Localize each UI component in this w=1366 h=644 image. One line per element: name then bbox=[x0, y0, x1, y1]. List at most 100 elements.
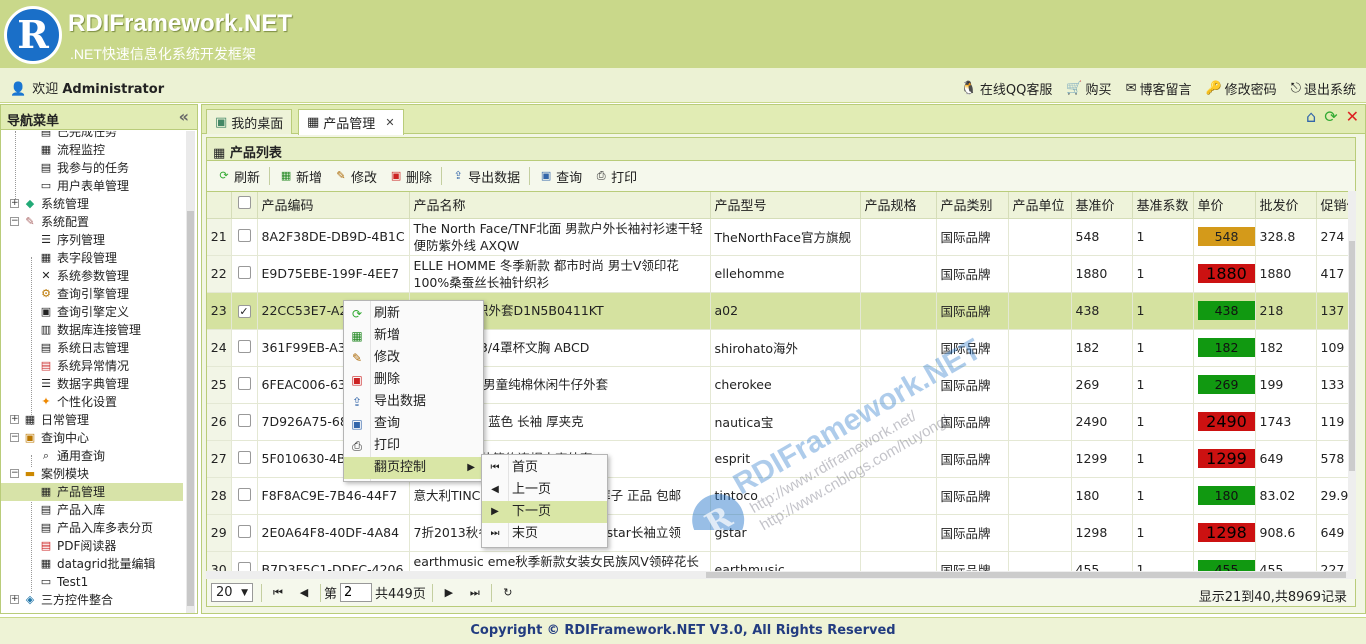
col-header[interactable]: 基准系数 bbox=[1132, 192, 1194, 219]
menu-item-paging[interactable]: 翻页控制 ▶ bbox=[344, 457, 483, 479]
sidebar-item-query-center[interactable]: − ▣ 查询中心 bbox=[1, 429, 187, 447]
home-icon[interactable]: ⌂ bbox=[1306, 107, 1316, 126]
sidebar-item-pdf-reader[interactable]: ▤ PDF阅读器 bbox=[1, 537, 187, 555]
row-select[interactable] bbox=[231, 329, 258, 367]
checkbox[interactable] bbox=[237, 196, 251, 210]
collapse-icon[interactable]: « bbox=[179, 107, 189, 126]
page-size-select[interactable]: 20 ▼ bbox=[211, 583, 253, 602]
table-row[interactable]: 292E0A64F8-40DF-4A847折2013秋冬 男装秋冬休闲时尚 gs… bbox=[207, 514, 1355, 552]
sidebar-item-system-params[interactable]: ✕ 系统参数管理 bbox=[1, 267, 187, 285]
close-all-icon[interactable]: ✕ bbox=[1346, 107, 1359, 126]
col-header[interactable]: 产品规格 bbox=[860, 192, 937, 219]
col-header[interactable]: 产品编码 bbox=[257, 192, 410, 219]
scroll-thumb[interactable] bbox=[706, 572, 1346, 578]
sidebar-item-completed-tasks[interactable]: ▤ 已完成任务 bbox=[1, 131, 187, 141]
col-header[interactable]: 产品型号 bbox=[710, 192, 861, 219]
col-header[interactable]: 基准价 bbox=[1071, 192, 1133, 219]
sidebar-item-user-forms[interactable]: ▭ 用户表单管理 bbox=[1, 177, 187, 195]
checkbox[interactable] bbox=[237, 228, 251, 242]
scroll-thumb[interactable] bbox=[187, 211, 194, 606]
table-row[interactable]: 21 8A2F38DE-DB9D-4B1C The North Face/TNF北面… bbox=[207, 218, 1355, 256]
tab-desktop[interactable]: ▣ 我的桌面 bbox=[206, 109, 293, 134]
menu-item-print[interactable]: ⎙ 打印 bbox=[344, 435, 483, 457]
sidebar-item-system-management[interactable]: + ◆ 系统管理 bbox=[1, 195, 187, 213]
prev-page-button[interactable]: ◀ bbox=[294, 583, 314, 603]
scroll-thumb[interactable] bbox=[1349, 241, 1355, 471]
sidebar-item-flow-monitor[interactable]: ▦ 流程监控 bbox=[1, 141, 187, 159]
menu-item-first-page[interactable]: ⏮ 首页 bbox=[482, 457, 607, 479]
refresh-button[interactable]: ⟳ 刷新 bbox=[211, 165, 266, 188]
row-select[interactable] bbox=[231, 477, 258, 515]
sidebar-item-test1[interactable]: ▭ Test1 bbox=[1, 573, 187, 591]
sidebar-item-system-log[interactable]: ▤ 系统日志管理 bbox=[1, 339, 187, 357]
checkbox[interactable] bbox=[237, 487, 251, 501]
expand-icon[interactable]: + bbox=[10, 415, 19, 424]
first-page-button[interactable]: ⏮ bbox=[268, 583, 288, 603]
checkbox[interactable] bbox=[237, 524, 251, 538]
close-tab-icon[interactable]: ✕ bbox=[385, 116, 394, 129]
menu-item-edit[interactable]: ✎ 修改 bbox=[344, 347, 483, 369]
sidebar-item-case-module[interactable]: − ▬ 案例模块 bbox=[1, 465, 187, 483]
sidebar-item-daily-management[interactable]: + ▦ 日常管理 bbox=[1, 411, 187, 429]
checkbox[interactable] bbox=[237, 450, 251, 464]
collapse-node-icon[interactable]: − bbox=[10, 217, 19, 226]
print-button[interactable]: ⎙ 打印 bbox=[588, 165, 643, 188]
sidebar-item-third-party[interactable]: + ◈ 三方控件整合 bbox=[1, 591, 187, 609]
sidebar-item-product-stock-in[interactable]: ▤ 产品入库 bbox=[1, 501, 187, 519]
row-select[interactable] bbox=[231, 551, 258, 572]
sidebar-item-data-dictionary[interactable]: ☰ 数据字典管理 bbox=[1, 375, 187, 393]
menu-item-export[interactable]: ⇪ 导出数据 bbox=[344, 391, 483, 413]
sidebar-item-my-tasks[interactable]: ▤ 我参与的任务 bbox=[1, 159, 187, 177]
sidebar-item-system-exceptions[interactable]: ▤ 系统异常情况 bbox=[1, 357, 187, 375]
header-select-all[interactable] bbox=[231, 192, 258, 219]
export-button[interactable]: ⇪ 导出数据 bbox=[445, 165, 526, 188]
buy-link[interactable]: 🛒 购买 bbox=[1066, 79, 1111, 98]
menu-item-last-page[interactable]: ⏭ 末页 bbox=[482, 523, 607, 545]
row-select[interactable]: ✓ bbox=[231, 292, 258, 330]
sidebar-item-query-engine[interactable]: ⚙ 查询引擎管理 bbox=[1, 285, 187, 303]
expand-icon[interactable]: + bbox=[10, 595, 19, 604]
table-row[interactable]: 30 B7D3F5C1-DDFC-4206 earthmusic eme秋季新款女装… bbox=[207, 551, 1355, 572]
collapse-node-icon[interactable]: − bbox=[10, 433, 19, 442]
row-select[interactable] bbox=[231, 403, 258, 441]
grid-vertical-scrollbar[interactable] bbox=[1348, 191, 1356, 571]
row-select[interactable] bbox=[231, 440, 258, 478]
menu-item-query[interactable]: ▣ 查询 bbox=[344, 413, 483, 435]
table-row[interactable]: 28F8F8AC9E-7B46-44F7意大利TINCO 冬季新款 夜间美腿裤子… bbox=[207, 477, 1355, 515]
col-header[interactable]: 批发价 bbox=[1255, 192, 1317, 219]
sidebar-item-product-management[interactable]: ▦ 产品管理 bbox=[1, 483, 183, 501]
last-page-button[interactable]: ⏭ bbox=[465, 583, 485, 603]
checkbox[interactable]: ✓ bbox=[237, 305, 251, 318]
col-header[interactable]: 单价 bbox=[1193, 192, 1256, 219]
row-select[interactable] bbox=[231, 218, 258, 256]
change-password-link[interactable]: 🔑 修改密码 bbox=[1205, 79, 1276, 98]
sidebar-item-personalization[interactable]: ✦ 个性化设置 bbox=[1, 393, 187, 411]
sidebar-item-datagrid-batch[interactable]: ▦ datagrid批量编辑 bbox=[1, 555, 187, 573]
delete-button[interactable]: ▣ 删除 bbox=[383, 165, 438, 188]
collapse-node-icon[interactable]: − bbox=[10, 469, 19, 478]
next-page-button[interactable]: ▶ bbox=[439, 583, 459, 603]
qq-support-link[interactable]: 🐧 在线QQ客服 bbox=[961, 79, 1053, 98]
menu-item-next-page[interactable]: ▶ 下一页 bbox=[482, 501, 607, 523]
sidebar-item-general-query[interactable]: ⌕ 通用查询 bbox=[1, 447, 187, 465]
checkbox[interactable] bbox=[237, 265, 251, 279]
menu-item-refresh[interactable]: ⟳ 刷新 bbox=[344, 303, 483, 325]
col-header[interactable]: 产品名称 bbox=[409, 192, 711, 219]
logout-link[interactable]: ⎋ 退出系统 bbox=[1291, 79, 1356, 98]
menu-item-delete[interactable]: ▣ 删除 bbox=[344, 369, 483, 391]
page-number-input[interactable] bbox=[340, 583, 373, 602]
table-row[interactable]: 22 E9D75EBE-199F-4EE7 ELLE HOMME 冬季新款 都市时尚… bbox=[207, 255, 1355, 293]
reload-button[interactable]: ↻ bbox=[498, 583, 518, 603]
checkbox[interactable] bbox=[237, 413, 251, 427]
sidebar-item-query-definition[interactable]: ▣ 查询引擎定义 bbox=[1, 303, 187, 321]
blog-message-link[interactable]: ✉ 博客留言 bbox=[1126, 79, 1192, 98]
sidebar-item-system-config[interactable]: − ✎ 系统配置 bbox=[1, 213, 187, 231]
add-button[interactable]: ▦ 新增 bbox=[273, 165, 328, 188]
sidebar-item-multi-table-paging[interactable]: ▤ 产品入库多表分页 bbox=[1, 519, 187, 537]
col-header[interactable]: 产品单位 bbox=[1008, 192, 1072, 219]
sidebar-item-db-connection[interactable]: ▥ 数据库连接管理 bbox=[1, 321, 187, 339]
row-select[interactable] bbox=[231, 366, 258, 404]
col-header[interactable]: 产品类别 bbox=[936, 192, 1009, 219]
query-button[interactable]: ▣ 查询 bbox=[533, 165, 588, 188]
tab-product-management[interactable]: ▦ 产品管理 ✕ bbox=[298, 109, 404, 135]
